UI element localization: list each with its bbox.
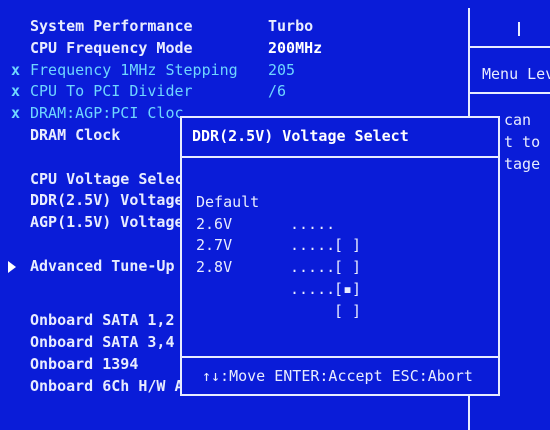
help-divider xyxy=(470,46,550,48)
menu-item-label: AGP(1.5V) Voltage xyxy=(30,213,184,232)
help-divider xyxy=(470,92,550,94)
menu-item-cpu-frequency-mode[interactable]: CPU Frequency Mode 200MHz xyxy=(8,38,468,60)
submenu-arrow-icon xyxy=(8,260,16,273)
option-default[interactable]: Default ..... [ ] xyxy=(196,170,486,255)
disabled-marker: x xyxy=(11,104,21,123)
help-title: Menu Lev xyxy=(482,65,550,83)
menu-item-label: Onboard SATA 1,2 xyxy=(30,311,175,330)
option-dots: ..... xyxy=(290,279,336,298)
voltage-select-dialog: DDR(2.5V) Voltage Select Default ..... [… xyxy=(180,116,500,396)
dialog-key-hints: ↑↓:Move ENTER:Accept ESC:Abort xyxy=(202,367,473,386)
option-dots: ..... xyxy=(290,258,336,277)
disabled-marker: x xyxy=(11,82,21,101)
disabled-marker: x xyxy=(11,60,21,79)
option-2-8v[interactable]: 2.8V ..... [ ] xyxy=(196,235,486,320)
option-checkbox[interactable]: [ ] xyxy=(334,257,361,279)
menu-item-cpu-pci-divider: x CPU To PCI Divider /6 xyxy=(8,81,468,103)
option-2-7v[interactable]: 2.7V ..... [▪] xyxy=(196,214,486,298)
dialog-title: DDR(2.5V) Voltage Select xyxy=(192,127,409,145)
menu-item-label: Frequency 1MHz Stepping xyxy=(30,60,238,79)
menu-item-label: DRAM Clock xyxy=(30,125,121,144)
menu-item-label: Onboard 6Ch H/W A xyxy=(30,376,184,395)
help-line: can xyxy=(504,111,532,129)
menu-item-system-performance[interactable]: System Performance Turbo xyxy=(8,16,468,38)
menu-item-frequency-stepping: x Frequency 1MHz Stepping 205 xyxy=(8,60,468,82)
menu-item-value: Turbo xyxy=(268,17,314,35)
menu-item-label: DRAM:AGP:PCI Cloc xyxy=(30,104,184,123)
help-text: can t to tage xyxy=(504,110,540,175)
menu-item-label: CPU Frequency Mode xyxy=(30,38,193,57)
help-line: t to xyxy=(504,132,541,151)
bios-screen: System Performance Turbo CPU Frequency M… xyxy=(0,0,550,430)
option-checkbox[interactable]: [ ] xyxy=(334,301,361,323)
menu-item-value: /6 xyxy=(268,82,287,101)
menu-item-label: DDR(2.5V) Voltage xyxy=(30,191,184,210)
voltage-options-list: Default ..... [ ] 2.6V ..... [ ] 2.7V ..… xyxy=(196,170,486,320)
menu-item-label: Onboard 1394 xyxy=(30,354,139,373)
help-panel-tick xyxy=(518,22,520,36)
menu-item-value: 200MHz xyxy=(268,38,323,57)
menu-item-label: CPU Voltage Selec xyxy=(30,169,184,188)
dialog-separator xyxy=(182,156,498,158)
help-line: tage xyxy=(504,154,541,173)
menu-item-label: Onboard SATA 3,4 xyxy=(30,333,175,352)
option-checkbox[interactable]: [▪] xyxy=(334,279,361,301)
option-label: 2.8V xyxy=(196,258,233,277)
option-2-6v[interactable]: 2.6V ..... [ ] xyxy=(196,192,486,277)
menu-item-label: System Performance xyxy=(30,17,193,35)
menu-item-label: Advanced Tune-Up xyxy=(30,256,175,275)
menu-item-value: 205 xyxy=(268,60,296,79)
dialog-separator xyxy=(182,356,498,358)
menu-item-label: CPU To PCI Divider xyxy=(30,82,193,101)
